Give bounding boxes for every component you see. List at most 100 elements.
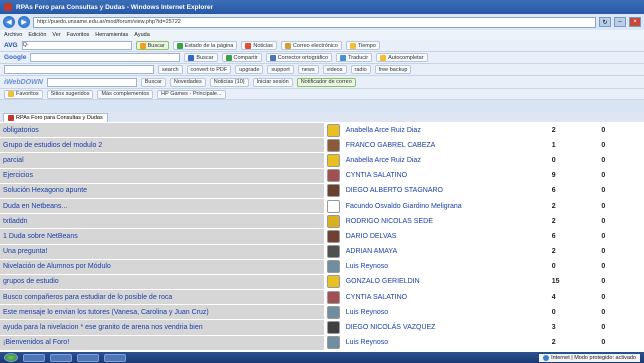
free-backup-button[interactable]: free backup bbox=[374, 65, 412, 74]
avatar[interactable] bbox=[326, 214, 340, 228]
avatar[interactable] bbox=[326, 138, 340, 152]
topic-link[interactable]: grupos de estudio bbox=[0, 274, 324, 290]
avatar[interactable] bbox=[326, 229, 340, 243]
topic-link[interactable]: Grupo de estudios del modulo 2 bbox=[0, 138, 324, 153]
author-link[interactable]: GONZALO GERIELDIN bbox=[343, 275, 549, 289]
avatar[interactable] bbox=[326, 184, 340, 198]
topic-link[interactable]: parcial bbox=[0, 153, 324, 168]
topic-link[interactable]: Nivelación de Alumnos por Módulo bbox=[0, 259, 324, 274]
topic-link[interactable]: ayuda para la nivelacion * ese granito d… bbox=[0, 320, 324, 335]
taskbar-item-3[interactable] bbox=[77, 353, 99, 362]
avatar[interactable] bbox=[326, 260, 340, 274]
menu-item-archivo[interactable]: Archivo bbox=[4, 32, 22, 38]
topic-link[interactable]: Duda en Netbeans... bbox=[0, 198, 324, 214]
taskbar-item-1[interactable] bbox=[23, 353, 45, 362]
author-link[interactable]: CYNTIA SALATINO bbox=[343, 169, 549, 183]
author-link[interactable]: Anabella Arce Ruiz Diaz bbox=[343, 153, 549, 167]
avg-buscar-button[interactable]: Buscar bbox=[135, 41, 169, 50]
replies-count[interactable]: 2 bbox=[549, 199, 599, 213]
topic-link[interactable]: Una pregunta! bbox=[0, 244, 324, 259]
google-search-input[interactable] bbox=[30, 53, 181, 62]
ask-search-input[interactable] bbox=[4, 65, 154, 74]
replies-count[interactable]: 2 bbox=[549, 214, 599, 228]
author-link[interactable]: Luis Reynoso bbox=[343, 336, 549, 350]
replies-count[interactable]: 2 bbox=[549, 123, 599, 137]
replies-count[interactable]: 0 bbox=[549, 153, 599, 167]
topic-link[interactable]: ¡Bienvenidos al Foro! bbox=[0, 335, 324, 350]
videos-button[interactable]: videos bbox=[322, 65, 347, 74]
topic-link[interactable]: obligatorios bbox=[0, 123, 324, 138]
hp-games-link[interactable]: HP Games - Principale... bbox=[157, 89, 226, 99]
menu-item-favoritos[interactable]: Favoritos bbox=[67, 32, 90, 38]
radio-button[interactable]: radio bbox=[350, 65, 371, 74]
noticias-10-button[interactable]: Noticias (10) bbox=[209, 77, 249, 87]
author-link[interactable]: ADRIAN AMAYA bbox=[343, 245, 549, 259]
author-link[interactable]: Luis Reynoso bbox=[343, 305, 549, 319]
replies-count[interactable]: 0 bbox=[549, 305, 599, 319]
avatar[interactable] bbox=[326, 169, 340, 183]
avatar[interactable] bbox=[326, 245, 340, 259]
menu-item-edicion[interactable]: Edición bbox=[28, 32, 46, 38]
tab-forum[interactable]: RPAs Foro para Consultas y Dudas bbox=[3, 112, 108, 122]
avatar[interactable] bbox=[326, 336, 340, 350]
favoritos-button[interactable]: Favoritos bbox=[4, 89, 43, 99]
author-link[interactable]: DIEGO NICOLÁS VAZQUEZ bbox=[343, 320, 549, 334]
corrector-button[interactable]: Corrector ortográfico bbox=[265, 53, 333, 62]
ask-search-button[interactable]: search bbox=[158, 65, 183, 74]
replies-count[interactable]: 2 bbox=[549, 245, 599, 259]
iniciar-sesion-button[interactable]: Iniciar sesión bbox=[252, 77, 293, 87]
correo-button[interactable]: Correo electrónico bbox=[280, 41, 342, 50]
author-link[interactable]: DIEGO ALBERTO STAGNARO bbox=[343, 184, 549, 198]
avatar[interactable] bbox=[326, 123, 340, 137]
avatar[interactable] bbox=[326, 275, 340, 289]
google-buscar-button[interactable]: Buscar bbox=[184, 53, 218, 62]
author-link[interactable]: DARIO DELVAS bbox=[343, 229, 549, 243]
menu-item-ver[interactable]: Ver bbox=[52, 32, 60, 38]
author-link[interactable]: Luis Reynoso bbox=[343, 260, 549, 274]
replies-count[interactable]: 6 bbox=[549, 184, 599, 198]
topic-link[interactable]: Este mensaje lo envian los tutores (Vane… bbox=[0, 305, 324, 320]
convert-pdf-button[interactable]: convert to PDF bbox=[186, 65, 232, 74]
noticias-button[interactable]: Noticias bbox=[241, 41, 277, 50]
avatar[interactable] bbox=[326, 153, 340, 167]
avg-search-input[interactable]: Q- bbox=[21, 41, 132, 50]
upgrade-button[interactable]: upgrade bbox=[235, 65, 264, 74]
novedades-button[interactable]: Novedades bbox=[169, 77, 206, 87]
author-link[interactable]: CYNTIA SALATINO bbox=[343, 290, 549, 304]
news-button[interactable]: news bbox=[297, 65, 319, 74]
replies-count[interactable]: 9 bbox=[549, 169, 599, 183]
topic-link[interactable]: Solución Hexagono apunte bbox=[0, 183, 324, 198]
autocompletar-button[interactable]: Autocompletar bbox=[376, 53, 428, 62]
avatar[interactable] bbox=[326, 305, 340, 319]
notificador-correo-button[interactable]: Notificador de correo bbox=[296, 77, 356, 87]
compartir-button[interactable]: Compartir bbox=[221, 53, 262, 62]
replies-count[interactable]: 3 bbox=[549, 320, 599, 334]
topic-link[interactable]: Busco compañeros para estudiar de lo pos… bbox=[0, 290, 324, 305]
traducir-button[interactable]: Traducir bbox=[336, 53, 373, 62]
back-arrow-icon[interactable]: ◀ bbox=[3, 16, 15, 28]
replies-count[interactable]: 0 bbox=[549, 260, 599, 274]
menu-item-herramientas[interactable]: Herramientas bbox=[95, 32, 128, 38]
replies-count[interactable]: 2 bbox=[549, 336, 599, 350]
author-link[interactable]: FRANCO GABREL CABEZA bbox=[343, 138, 549, 152]
replies-count[interactable]: 6 bbox=[549, 229, 599, 243]
author-link[interactable]: Anabella Arce Ruiz Diaz bbox=[343, 123, 549, 137]
refresh-icon[interactable]: ↻ bbox=[599, 17, 611, 27]
replies-count[interactable]: 4 bbox=[549, 290, 599, 304]
author-link[interactable]: RODRIGO NICOLAS SEDE bbox=[343, 214, 549, 228]
mas-complementos-link[interactable]: Más complementos bbox=[97, 89, 154, 99]
close-icon[interactable]: × bbox=[629, 17, 641, 27]
estado-pagina-button[interactable]: Estado de la página bbox=[172, 41, 238, 50]
avatar[interactable] bbox=[326, 321, 340, 335]
taskbar-item-2[interactable] bbox=[50, 353, 72, 362]
topic-link[interactable]: Ejercicios bbox=[0, 168, 324, 183]
replies-count[interactable]: 15 bbox=[549, 275, 599, 289]
avatar[interactable] bbox=[326, 199, 340, 213]
minimize-icon[interactable]: – bbox=[614, 17, 626, 27]
address-input[interactable]: http://puedo.unsame.edu.ar/mod/forum/vie… bbox=[33, 16, 596, 28]
replies-count[interactable]: 1 bbox=[549, 138, 599, 152]
menu-item-ayuda[interactable]: Ayuda bbox=[134, 32, 150, 38]
avatar[interactable] bbox=[326, 290, 340, 304]
iwebdown-search-input[interactable] bbox=[46, 77, 137, 87]
sitios-sugeridos-link[interactable]: Sitios sugeridos bbox=[46, 89, 94, 99]
